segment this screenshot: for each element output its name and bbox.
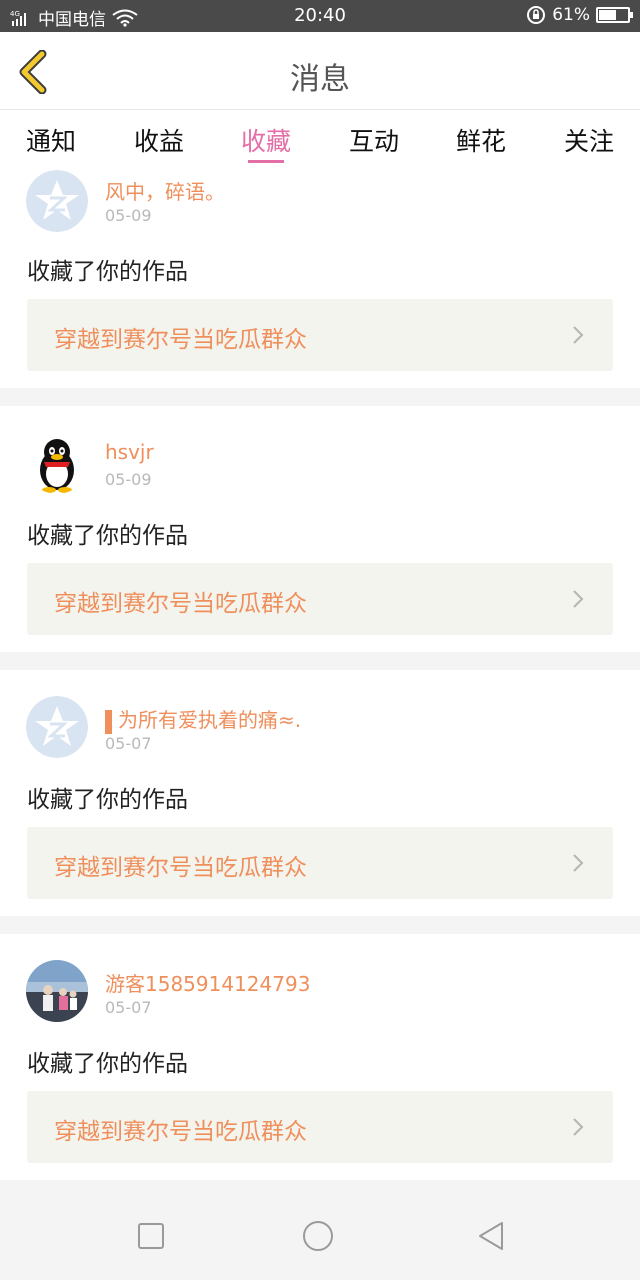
- user-name[interactable]: 为所有爱执着的痛≈.: [105, 704, 301, 734]
- back-icon[interactable]: [476, 1220, 508, 1252]
- tab-earnings[interactable]: 收益: [119, 122, 199, 158]
- item-date: 05-09: [105, 470, 152, 489]
- avatar[interactable]: [26, 170, 88, 232]
- list-item: hsvjr 05-09 收藏了你的作品 穿越到赛尔号当吃瓜群众: [0, 406, 640, 652]
- battery-percent: 61%: [552, 5, 590, 25]
- rotation-lock-icon: [527, 6, 546, 24]
- action-text: 收藏了你的作品: [27, 1051, 188, 1077]
- tab-label: 收藏: [240, 127, 291, 156]
- battery-icon: [596, 7, 633, 23]
- avatar[interactable]: [26, 960, 88, 1022]
- chevron-right-icon: [573, 1118, 584, 1136]
- active-tab-indicator: [248, 160, 284, 163]
- user-name[interactable]: 风中，碎语。: [105, 176, 225, 205]
- item-date: 05-07: [105, 998, 152, 1017]
- tab-following[interactable]: 关注: [549, 122, 629, 158]
- work-title: 穿越到赛尔号当吃瓜群众: [54, 1119, 307, 1145]
- user-name-text: 为所有爱执着的痛≈.: [118, 708, 302, 732]
- work-link[interactable]: 穿越到赛尔号当吃瓜群众: [27, 299, 613, 371]
- tab-label: 互动: [348, 127, 399, 156]
- name-bar-mark: [105, 709, 112, 734]
- item-date: 05-07: [105, 734, 152, 753]
- action-text: 收藏了你的作品: [27, 259, 188, 285]
- user-photo-icon: [26, 960, 88, 1022]
- page-title: 消息: [290, 62, 350, 97]
- tab-label: 收益: [133, 127, 184, 156]
- chevron-right-icon: [573, 854, 584, 872]
- list-item: 风中，碎语。 05-09 收藏了你的作品 穿越到赛尔号当吃瓜群众: [0, 166, 640, 388]
- tab-notifications[interactable]: 通知: [11, 122, 91, 158]
- tab-label: 鲜花: [455, 127, 506, 156]
- tab-interactions[interactable]: 互动: [334, 122, 414, 158]
- status-bar: 4G 中国电信 20:40 61%: [0, 0, 640, 32]
- work-link[interactable]: 穿越到赛尔号当吃瓜群众: [27, 827, 613, 899]
- qq-penguin-icon: [26, 432, 88, 494]
- work-title: 穿越到赛尔号当吃瓜群众: [54, 591, 307, 617]
- tab-favorites[interactable]: 收藏: [226, 122, 306, 163]
- tab-label: 通知: [25, 127, 76, 156]
- home-icon[interactable]: [302, 1220, 334, 1252]
- tab-bar: 通知 收益 收藏 互动 鲜花 关注: [0, 110, 640, 166]
- qzone-logo-icon: [26, 696, 88, 758]
- action-text: 收藏了你的作品: [27, 523, 188, 549]
- list-item: 游客1585914124793 05-07 收藏了你的作品 穿越到赛尔号当吃瓜群…: [0, 934, 640, 1180]
- avatar[interactable]: [26, 432, 88, 494]
- user-name[interactable]: 游客1585914124793: [105, 968, 310, 997]
- system-navigation-bar: [0, 1182, 640, 1280]
- list-item: 为所有爱执着的痛≈. 05-07 收藏了你的作品 穿越到赛尔号当吃瓜群众: [0, 670, 640, 916]
- tab-flowers[interactable]: 鲜花: [441, 122, 521, 158]
- recent-apps-icon[interactable]: [135, 1220, 167, 1252]
- chevron-right-icon: [573, 590, 584, 608]
- user-name[interactable]: hsvjr: [105, 440, 154, 464]
- chevron-right-icon: [573, 326, 584, 344]
- avatar[interactable]: [26, 696, 88, 758]
- tab-label: 关注: [563, 127, 614, 156]
- work-link[interactable]: 穿越到赛尔号当吃瓜群众: [27, 563, 613, 635]
- work-link[interactable]: 穿越到赛尔号当吃瓜群众: [27, 1091, 613, 1163]
- work-title: 穿越到赛尔号当吃瓜群众: [54, 855, 307, 881]
- action-text: 收藏了你的作品: [27, 787, 188, 813]
- navigation-bar: 消息: [0, 32, 640, 110]
- work-title: 穿越到赛尔号当吃瓜群众: [54, 327, 307, 353]
- item-date: 05-09: [105, 206, 152, 225]
- qzone-logo-icon: [26, 170, 88, 232]
